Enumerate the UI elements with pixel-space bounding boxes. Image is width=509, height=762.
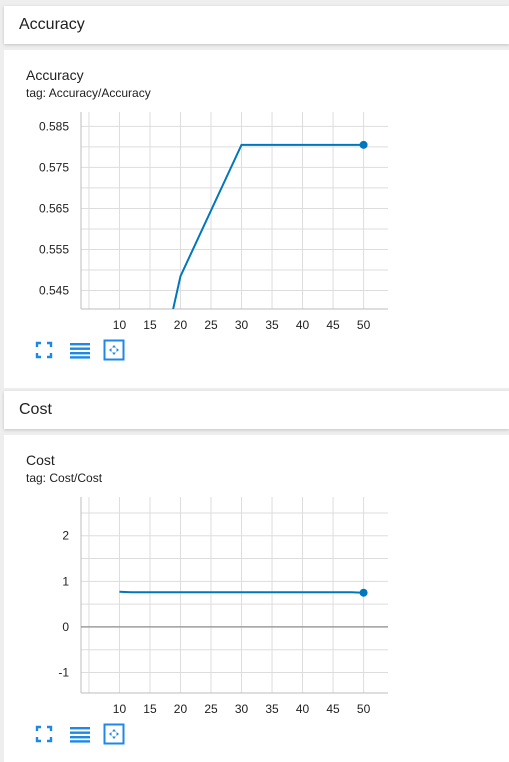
accuracy-chart[interactable]: 0.545 0.555 0.565 0.575 0.585 10 15 20 25 30 35 40 4…: [4, 50, 509, 350]
series-end-point: [359, 588, 368, 597]
chart-card-cost: Cost tag: Cost/Cost -1 0 1 2 10 15 20 25 30 35 40 4…: [4, 435, 509, 762]
y-tick-label: 0: [62, 620, 69, 634]
expand-icon[interactable]: [35, 341, 53, 359]
section-header-cost[interactable]: Cost: [4, 391, 509, 429]
x-tick-label: 35: [265, 702, 279, 716]
x-tick-label: 10: [113, 702, 127, 716]
y-tick-label: 0.575: [39, 160, 69, 174]
fit-domain-icon[interactable]: [103, 339, 125, 361]
log-scale-icon[interactable]: [69, 341, 91, 359]
x-tick-label: 15: [143, 318, 157, 332]
section-title: Accuracy: [19, 16, 85, 33]
x-tick-label: 40: [296, 702, 310, 716]
x-tick-label: 15: [143, 702, 157, 716]
x-tick-label: 10: [113, 318, 127, 332]
x-tick-label: 30: [235, 702, 249, 716]
x-tick-label: 25: [204, 318, 218, 332]
log-scale-icon[interactable]: [69, 725, 91, 743]
expand-icon[interactable]: [35, 725, 53, 743]
series-end-point: [359, 140, 368, 149]
chart-card-accuracy: Accuracy tag: Accuracy/Accuracy 0.545 0.5…: [4, 50, 509, 388]
y-tick-label: 1: [62, 574, 69, 588]
x-tick-label: 40: [296, 318, 310, 332]
x-tick-label: 25: [204, 702, 218, 716]
section-header-accuracy[interactable]: Accuracy: [4, 6, 509, 44]
x-tick-label: 45: [326, 318, 340, 332]
x-tick-label: 30: [235, 318, 249, 332]
x-tick-label: 45: [326, 702, 340, 716]
x-tick-label: 50: [357, 702, 371, 716]
cost-chart[interactable]: -1 0 1 2 10 15 20 25 30 35 40 45 50: [4, 435, 509, 725]
series-line: [119, 590, 364, 594]
y-tick-label: 0.565: [39, 201, 69, 215]
y-tick-label: 2: [62, 529, 69, 543]
y-tick-label: 0.585: [39, 119, 69, 133]
section-title: Cost: [19, 401, 52, 418]
x-tick-label: 20: [174, 318, 188, 332]
x-tick-label: 35: [265, 318, 279, 332]
x-tick-label: 20: [174, 702, 188, 716]
x-tick-label: 50: [357, 318, 371, 332]
y-tick-label: -1: [58, 665, 69, 679]
y-tick-label: 0.555: [39, 242, 69, 256]
fit-domain-icon[interactable]: [103, 723, 125, 745]
series-line: [172, 143, 364, 309]
y-tick-label: 0.545: [39, 284, 69, 298]
